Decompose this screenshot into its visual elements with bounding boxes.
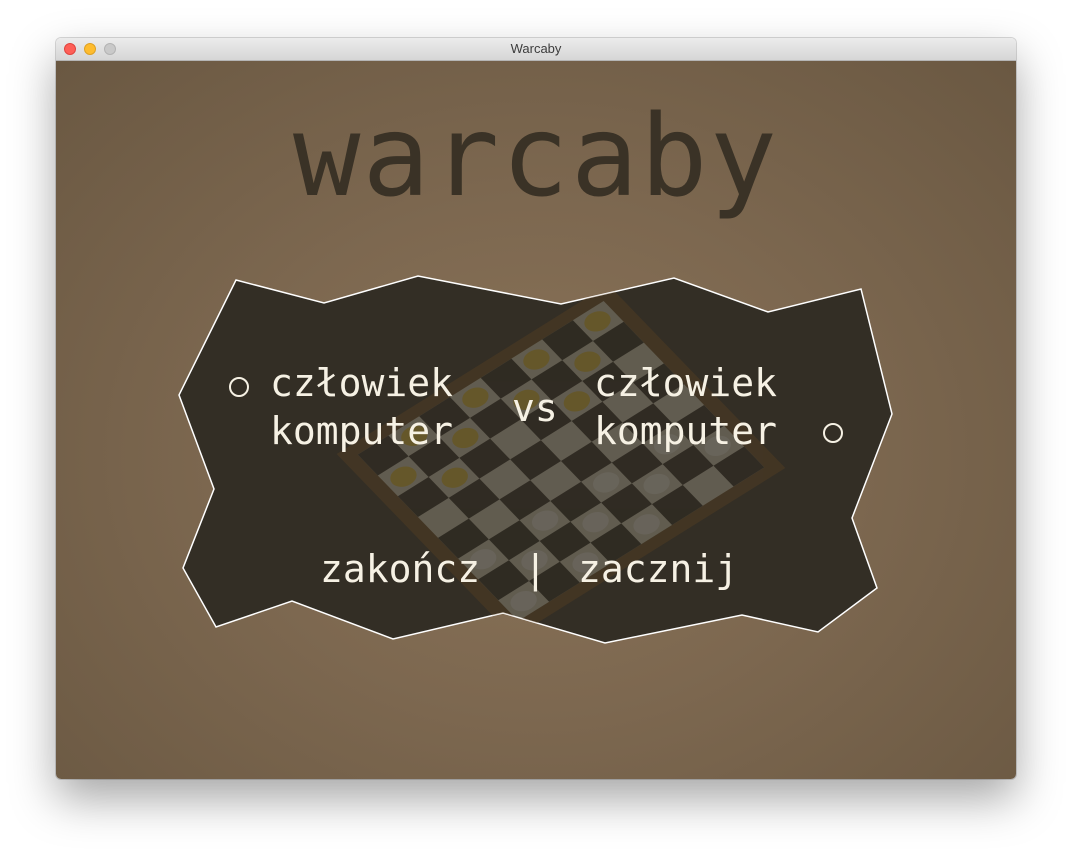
left-option-computer[interactable]: komputer	[270, 407, 453, 455]
right-option-computer[interactable]: komputer	[594, 407, 777, 455]
right-option-human[interactable]: człowiek	[594, 359, 777, 407]
versus-label: vs	[512, 386, 558, 430]
game-canvas: warcaby człowiek komputer vs człowiek ko…	[56, 61, 1016, 779]
start-button[interactable]: zacznij	[578, 545, 738, 593]
right-player-radio[interactable]	[823, 423, 843, 443]
left-option-human[interactable]: człowiek	[270, 359, 453, 407]
app-window: Warcaby warcaby człowiek komputer vs czł…	[56, 38, 1016, 779]
left-player-radio[interactable]	[229, 377, 249, 397]
window-title: Warcaby	[510, 41, 562, 56]
quit-button[interactable]: zakończ	[320, 545, 480, 593]
title-bar[interactable]: Warcaby	[56, 38, 1016, 61]
separator: |	[524, 547, 547, 591]
